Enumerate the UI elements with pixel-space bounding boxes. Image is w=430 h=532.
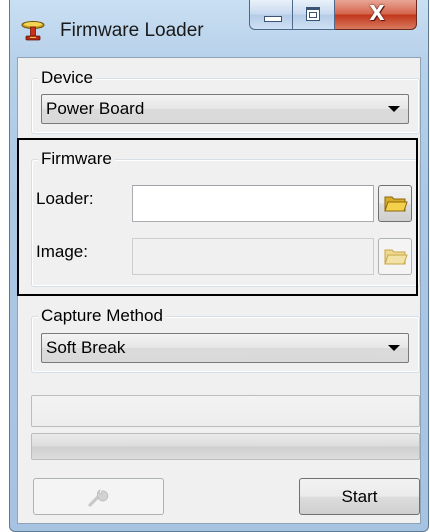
wrench-icon [88,489,109,507]
firmware-loader-app-icon [21,21,45,41]
loader-input[interactable] [133,186,373,221]
loader-label: Loader: [36,189,94,208]
capture-method-group: Capture Method Soft Break [31,306,420,373]
minimize-icon [264,16,282,22]
image-browse-button[interactable] [378,238,412,275]
image-input[interactable] [133,239,373,274]
minimize-button[interactable] [249,0,293,30]
settings-button[interactable] [33,478,164,515]
device-select[interactable]: Power Board [41,94,409,124]
loader-browse-button[interactable] [378,185,412,222]
maximize-icon [306,7,320,21]
device-group-label: Device [38,68,96,88]
folder-open-icon [384,249,408,265]
firmware-group: Firmware Loader: Image: [31,149,420,287]
title-bar[interactable]: Firmware Loader X [10,0,428,58]
close-icon: X [369,1,385,25]
loader-field[interactable] [132,185,374,222]
image-label: Image: [36,242,88,261]
folder-open-icon [384,196,408,212]
device-group: Device Power Board [31,68,420,134]
capture-method-select[interactable]: Soft Break [41,333,409,363]
chevron-down-icon[interactable] [388,106,400,112]
chevron-down-icon[interactable] [388,345,400,351]
progress-bar [31,433,420,460]
firmware-loader-window: Firmware Loader X Device Power Board Fir… [9,0,429,532]
start-button[interactable]: Start [299,478,420,515]
close-button[interactable]: X [335,0,417,30]
device-select-value: Power Board [46,99,145,118]
window-title: Firmware Loader [60,20,204,41]
image-field[interactable] [132,238,374,275]
capture-method-select-value: Soft Break [46,338,126,357]
capture-method-group-label: Capture Method [38,306,166,326]
maximize-button[interactable] [293,0,335,30]
caption-buttons: X [249,0,424,32]
status-field [31,395,420,427]
firmware-group-label: Firmware [38,149,115,169]
client-area: Device Power Board Firmware Loader: Imag… [17,57,421,524]
